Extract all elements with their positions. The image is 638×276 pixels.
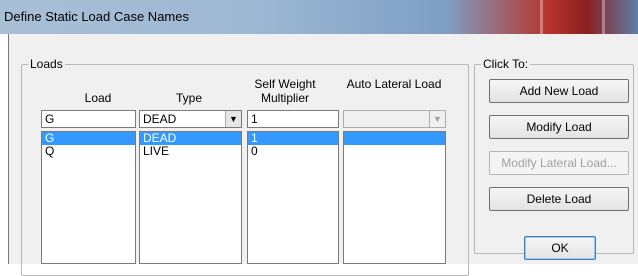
load-type-select[interactable]: DEAD ▼ — [139, 110, 242, 128]
list-item[interactable]: 0 — [248, 145, 338, 158]
loads-group-label: Loads — [28, 57, 65, 71]
type-column-header: Type — [175, 91, 202, 105]
click-to-group-label: Click To: — [481, 57, 531, 71]
list-item[interactable]: LIVE — [140, 145, 241, 158]
load-name-input[interactable]: G — [41, 110, 136, 128]
modify-load-button[interactable]: Modify Load — [489, 115, 629, 139]
auto-lateral-load-select: ▼ — [343, 110, 446, 128]
ok-button[interactable]: OK — [524, 236, 596, 260]
list-item[interactable]: Q — [42, 145, 135, 158]
list-item[interactable]: 1 — [248, 132, 338, 145]
title-bar-stripe — [540, 0, 543, 34]
auto-lateral-list[interactable] — [343, 131, 446, 264]
title-bar-stripe — [602, 0, 605, 34]
load-column-header: Load — [84, 91, 112, 105]
dialog-body: Loads Load Type Self Weight Multiplier A… — [8, 34, 638, 276]
self-weight-multiplier-header: Self Weight Multiplier — [254, 77, 316, 105]
window-title: Define Static Load Case Names — [4, 9, 189, 24]
list-item[interactable]: G — [42, 132, 135, 145]
title-bar[interactable]: Define Static Load Case Names — [0, 0, 638, 34]
delete-load-button[interactable]: Delete Load — [489, 187, 629, 211]
modify-lateral-load-button: Modify Lateral Load... — [489, 151, 629, 175]
load-type-list[interactable]: DEAD LIVE — [139, 131, 242, 264]
add-new-load-button[interactable]: Add New Load — [489, 79, 629, 103]
chevron-down-icon[interactable]: ▼ — [225, 111, 241, 127]
list-item[interactable] — [344, 145, 445, 158]
chevron-down-icon: ▼ — [429, 111, 445, 127]
load-type-value: DEAD — [143, 112, 177, 126]
self-weight-multiplier-input[interactable]: 1 — [247, 110, 339, 128]
list-item[interactable] — [344, 132, 445, 145]
multiplier-list[interactable]: 1 0 — [247, 131, 339, 264]
load-name-list[interactable]: G Q — [41, 131, 136, 264]
auto-lateral-load-header: Auto Lateral Load — [346, 77, 442, 91]
